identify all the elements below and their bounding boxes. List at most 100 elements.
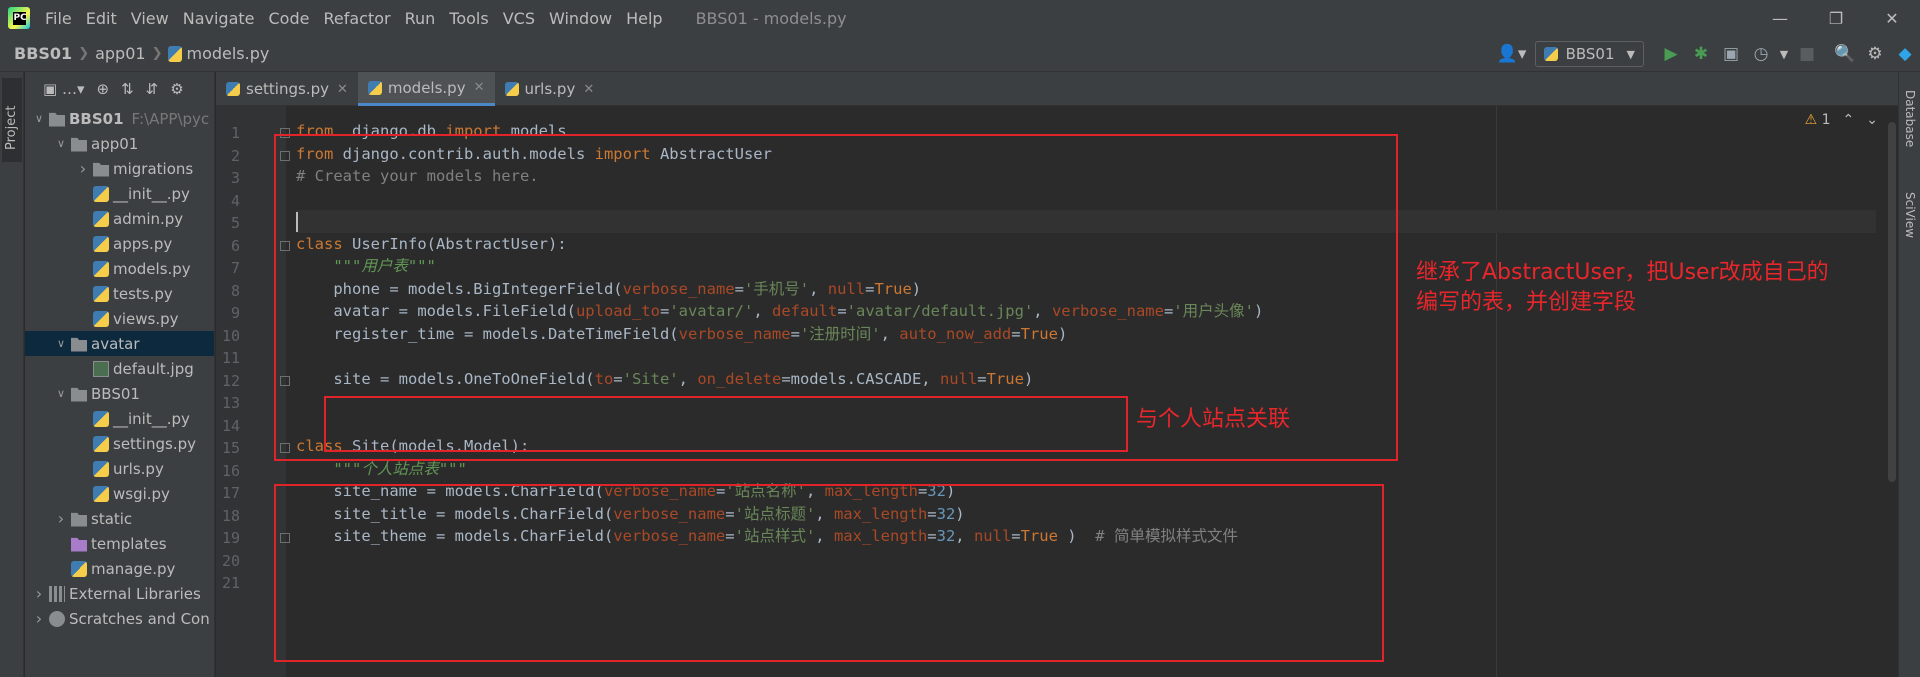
line-number: 11 bbox=[221, 349, 240, 367]
project-tool-tab[interactable]: Project bbox=[2, 78, 22, 162]
chevron-down-icon[interactable]: ∨ bbox=[53, 337, 69, 350]
tree-node[interactable]: ∨ BBS01 F:\APP\pyc bbox=[25, 106, 214, 131]
sciview-tool-tab[interactable]: SciView bbox=[1903, 192, 1917, 238]
chevron-down-icon[interactable]: ∨ bbox=[31, 112, 47, 125]
tree-node[interactable]: views.py bbox=[25, 306, 214, 331]
folder-icon bbox=[71, 387, 87, 402]
site-field-highlight-box bbox=[324, 396, 1128, 452]
breadcrumb-project[interactable]: BBS01 bbox=[14, 44, 72, 63]
close-tab-icon[interactable]: ✕ bbox=[583, 82, 594, 97]
tree-node[interactable]: urls.py bbox=[25, 456, 214, 481]
tree-node[interactable]: models.py bbox=[25, 256, 214, 281]
user-icon[interactable]: 👤▾ bbox=[1489, 39, 1535, 69]
collapse-all-icon[interactable]: ⇵ bbox=[146, 80, 159, 98]
jetbrains-toolbox-icon[interactable]: ◆ bbox=[1890, 39, 1920, 69]
search-icon[interactable]: 🔍 bbox=[1830, 39, 1860, 69]
pycharm-logo-icon[interactable]: PC bbox=[8, 7, 30, 29]
menu-refactor[interactable]: Refactor bbox=[316, 9, 397, 28]
close-icon[interactable]: ✕ bbox=[1864, 0, 1920, 36]
settings-icon[interactable]: ⚙ bbox=[1860, 39, 1890, 69]
tree-node-label: migrations bbox=[113, 159, 194, 178]
tree-node[interactable]: __init__.py bbox=[25, 406, 214, 431]
line-number: 6 bbox=[230, 236, 240, 255]
restore-icon[interactable]: ❐ bbox=[1808, 0, 1864, 36]
tree-node[interactable]: settings.py bbox=[25, 431, 214, 456]
chevron-down-icon[interactable]: ∨ bbox=[53, 387, 69, 400]
expand-all-icon[interactable]: ⇅ bbox=[121, 80, 134, 98]
tree-node[interactable]: admin.py bbox=[25, 206, 214, 231]
tree-node[interactable]: wsgi.py bbox=[25, 481, 214, 506]
tree-node[interactable]: ∨ avatar bbox=[25, 331, 214, 356]
tree-node-label: static bbox=[91, 509, 133, 528]
line-number: 20 bbox=[221, 551, 240, 570]
tree-node[interactable]: › Scratches and Con bbox=[25, 606, 214, 631]
tree-node[interactable]: tests.py bbox=[25, 281, 214, 306]
tree-node-label: settings.py bbox=[113, 434, 196, 453]
tree-node[interactable]: apps.py bbox=[25, 231, 214, 256]
debug-icon[interactable]: ✱ bbox=[1686, 39, 1716, 69]
tree-node[interactable]: default.jpg bbox=[25, 356, 214, 381]
project-toolbar: ▣ …▾ ⊕ ⇅ ⇵ ⚙ bbox=[25, 72, 214, 106]
next-highlight-icon[interactable]: ⌄ bbox=[1866, 112, 1878, 128]
chevron-right-icon[interactable]: › bbox=[31, 609, 47, 628]
editor-tab[interactable]: urls.py ✕ bbox=[495, 72, 605, 106]
tree-node[interactable]: › External Libraries bbox=[25, 581, 214, 606]
menu-file[interactable]: File bbox=[38, 9, 79, 28]
locate-file-icon[interactable]: ⊕ bbox=[96, 80, 109, 98]
chevron-down-icon[interactable]: ▼ bbox=[1776, 39, 1792, 69]
tree-node[interactable]: ∨ BBS01 bbox=[25, 381, 214, 406]
line-number: 10 bbox=[221, 326, 240, 345]
line-number: 16 bbox=[221, 461, 240, 480]
gear-icon[interactable]: ⚙ bbox=[170, 80, 183, 98]
menu-code[interactable]: Code bbox=[262, 9, 317, 28]
editor-tab[interactable]: settings.py ✕ bbox=[216, 72, 358, 106]
editor-tab-label: urls.py bbox=[524, 80, 576, 98]
breadcrumb-package[interactable]: app01 bbox=[95, 44, 145, 63]
folder-icon bbox=[93, 162, 109, 177]
line-number: 4 bbox=[230, 191, 240, 210]
chevron-right-icon[interactable]: › bbox=[31, 584, 47, 603]
tree-node[interactable]: manage.py bbox=[25, 556, 214, 581]
close-tab-icon[interactable]: ✕ bbox=[337, 82, 348, 97]
menu-edit[interactable]: Edit bbox=[79, 9, 124, 28]
menu-run[interactable]: Run bbox=[398, 9, 443, 28]
tree-node[interactable]: __init__.py bbox=[25, 181, 214, 206]
inspection-widget[interactable]: ⚠ 1 ⌃ ⌄ bbox=[1805, 112, 1878, 128]
project-view-select[interactable]: ▣ …▾ bbox=[43, 80, 84, 98]
previous-highlight-icon[interactable]: ⌃ bbox=[1843, 112, 1855, 128]
menu-tools[interactable]: Tools bbox=[442, 9, 495, 28]
breadcrumb-file[interactable]: models.py bbox=[186, 44, 269, 63]
menu-window[interactable]: Window bbox=[542, 9, 619, 28]
line-number: 18 bbox=[221, 506, 240, 525]
tree-node[interactable]: templates bbox=[25, 531, 214, 556]
menu-navigate[interactable]: Navigate bbox=[176, 9, 262, 28]
breadcrumb-separator-icon: ❯ bbox=[151, 46, 163, 61]
tree-node[interactable]: › migrations bbox=[25, 156, 214, 181]
python-file-icon bbox=[367, 80, 382, 95]
tree-node-label: __init__.py bbox=[113, 409, 190, 428]
editor-tab[interactable]: models.py ✕ bbox=[357, 72, 495, 106]
menu-help[interactable]: Help bbox=[619, 9, 669, 28]
chevron-right-icon[interactable]: › bbox=[75, 159, 91, 178]
coverage-icon[interactable]: ▣ bbox=[1716, 39, 1746, 69]
chevron-right-icon[interactable]: › bbox=[53, 509, 69, 528]
line-number: 3 bbox=[230, 169, 240, 187]
tree-node[interactable]: › static bbox=[25, 506, 214, 531]
tree-node-label: urls.py bbox=[113, 459, 164, 478]
menu-view[interactable]: View bbox=[124, 9, 176, 28]
close-tab-icon[interactable]: ✕ bbox=[474, 80, 485, 95]
line-number: 15 bbox=[221, 439, 240, 457]
stop-icon[interactable]: ■ bbox=[1792, 39, 1822, 69]
run-configuration-select[interactable]: BBS01 ▼ bbox=[1534, 41, 1644, 67]
chevron-down-icon[interactable]: ∨ bbox=[53, 137, 69, 150]
database-tool-tab[interactable]: Database bbox=[1903, 90, 1917, 147]
profile-icon[interactable]: ◷ bbox=[1746, 39, 1776, 69]
menu-vcs[interactable]: VCS bbox=[496, 9, 542, 28]
editor-scrollbar[interactable] bbox=[1888, 122, 1896, 482]
line-number: 7 bbox=[230, 259, 240, 277]
minimize-icon[interactable]: — bbox=[1752, 0, 1808, 36]
main-menu: File Edit View Navigate Code Refactor Run Tools… bbox=[38, 9, 670, 28]
tree-node-label: models.py bbox=[113, 259, 191, 278]
tree-node[interactable]: ∨ app01 bbox=[25, 131, 214, 156]
run-icon[interactable]: ▶ bbox=[1656, 39, 1686, 69]
